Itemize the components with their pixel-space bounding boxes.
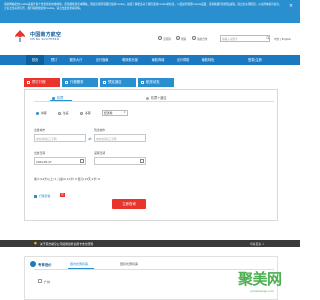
nav-item-mall[interactable]: 南航商城 xyxy=(146,55,170,65)
to-city-placeholder: 中文/拼音/三字码 xyxy=(96,136,117,141)
nav-item-booking[interactable]: 预订 xyxy=(46,55,62,65)
passenger-summary: 成人(12岁以上) 1 儿童(2-11岁) 0 婴儿(14天-2岁) 0 xyxy=(34,177,101,181)
watermark: 聚美网 xyxy=(238,270,282,288)
tab-flight-status[interactable]: 航班动态 xyxy=(138,78,174,87)
status-icon xyxy=(141,80,144,84)
subtab-active-indicator xyxy=(50,100,72,101)
tab-domestic-deals[interactable]: 国内优惠机票 xyxy=(70,262,88,266)
package-label: 行程套餐 xyxy=(39,194,51,198)
search-icon[interactable] xyxy=(266,36,270,40)
notice-more-link[interactable]: 查看更多 > xyxy=(250,242,264,246)
trip-type-multi-radio[interactable] xyxy=(80,112,83,115)
partner-icon[interactable] xyxy=(192,36,196,40)
tab-book-trip[interactable]: 预订行程 xyxy=(24,78,60,87)
tab-trip-service[interactable]: 行程服务 xyxy=(62,78,98,87)
trip-type-round-label: 往返 xyxy=(63,111,69,115)
booking-panel xyxy=(24,89,278,221)
chevron-down-icon: ▾ xyxy=(124,111,126,114)
trip-type-round-radio[interactable] xyxy=(58,112,61,115)
tab-flight-status-label: 航班动态 xyxy=(146,80,160,84)
help-icon[interactable] xyxy=(176,36,180,40)
location-icon xyxy=(38,279,42,283)
new-badge: 新 xyxy=(60,193,65,197)
deals-title: 专享低价 xyxy=(38,263,52,267)
nav-item-home[interactable]: 首页 xyxy=(26,55,44,65)
deals-icon xyxy=(30,261,36,267)
nav-item-travel-guide[interactable]: 出行指南 xyxy=(90,55,114,65)
tab-trip-service-label: 行程服务 xyxy=(70,80,84,84)
return-date-input[interactable] xyxy=(94,157,146,165)
plane-icon xyxy=(27,80,30,84)
service-icon xyxy=(65,80,68,84)
nav-item-travel-help[interactable]: 出行帮助 xyxy=(172,55,194,65)
kapok-logo-icon[interactable] xyxy=(14,29,26,43)
search-flights-button[interactable]: 立即查询 xyxy=(112,199,146,209)
notice-text[interactable]: 关于南方航空公司使用境外信用卡支付须知 xyxy=(40,242,93,246)
trip-type-one-way-radio[interactable] xyxy=(36,112,39,115)
flight-hotel-icon xyxy=(146,96,149,100)
hotel-icon xyxy=(103,80,106,84)
trip-type-one-way-label: 单程 xyxy=(41,111,47,115)
accessibility-icon[interactable] xyxy=(158,36,162,40)
from-city-label: 出发城市 xyxy=(34,128,46,132)
trip-type-multi-label: 多程 xyxy=(85,111,91,115)
logo-english-name: CHINA SOUTHERN xyxy=(30,38,60,41)
announcement-icon: ● xyxy=(34,241,37,245)
cabin-select-value: 经济舱 xyxy=(104,111,113,115)
cookie-notice-text: 南航网站使用cookie来提升和个性化您的在线体验，若您继续浏览本网站，则表示您… xyxy=(4,3,282,11)
to-city-label: 到达城市 xyxy=(94,128,106,132)
tab-international-deals[interactable]: 国际优惠机票 xyxy=(120,262,138,266)
deals-active-indicator xyxy=(68,268,94,269)
package-checkbox[interactable] xyxy=(34,195,37,198)
calendar-icon[interactable] xyxy=(80,159,84,163)
deals-city-select[interactable]: 广州 xyxy=(44,280,50,284)
tab-book-trip-label: 预订行程 xyxy=(32,80,46,84)
close-icon[interactable]: × xyxy=(288,3,294,9)
tab-book-hotel[interactable]: 预定酒店 xyxy=(100,78,136,87)
tab-book-hotel-label: 预定酒店 xyxy=(108,80,122,84)
header-link-help[interactable]: 帮助 xyxy=(181,37,186,41)
subtab-flight-hotel-label: 机票+酒店 xyxy=(151,96,167,100)
header-link-accessibility[interactable]: 无障碍 xyxy=(163,37,171,41)
depart-date-value: 2024-05-27 xyxy=(36,159,52,164)
header-link-partner[interactable]: 南航合作 xyxy=(197,37,207,41)
swap-cities-icon[interactable]: ⇄ xyxy=(87,136,93,142)
login-register-link[interactable]: 登录|注册 xyxy=(248,55,262,65)
depart-date-label: 出发日期 xyxy=(34,151,46,155)
nav-item-features[interactable]: 南航特色 xyxy=(196,55,220,65)
nav-item-service-hall[interactable]: 服务大厅 xyxy=(64,55,88,65)
nav-item-pearl-club[interactable]: 明珠俱乐部 xyxy=(116,55,144,65)
subtab-flight-hotel[interactable]: 机票+酒店 xyxy=(146,95,166,100)
logo-chinese-name[interactable]: 中国南方航空 xyxy=(30,31,61,38)
return-date-label: 返程日期 xyxy=(94,151,106,155)
search-placeholder: 请输入关键字 xyxy=(222,38,238,41)
calendar-icon[interactable] xyxy=(140,159,144,163)
from-city-placeholder: 中文/拼音/三字码 xyxy=(36,136,57,141)
subtab-divider xyxy=(34,101,274,102)
watermark-url: jumeiwang.com xyxy=(250,289,274,293)
language-switch[interactable]: 中文 | English xyxy=(274,37,291,41)
